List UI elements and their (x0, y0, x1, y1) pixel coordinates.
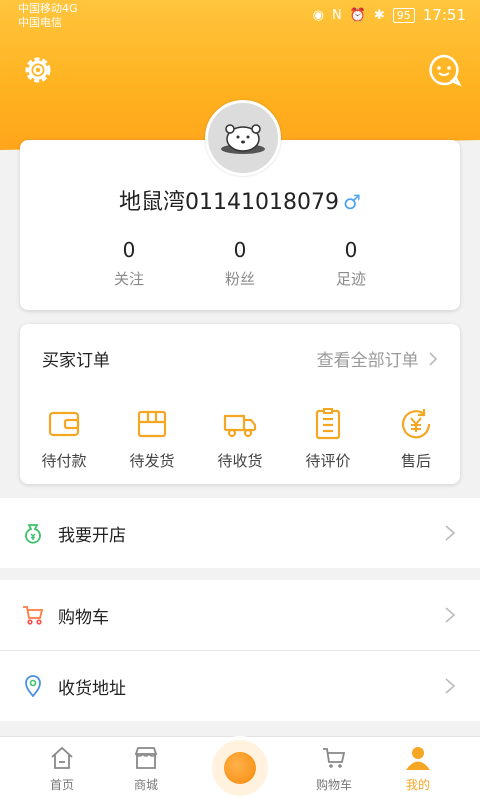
order-label: 待发货 (129, 452, 175, 470)
menu-item-address[interactable]: 收货地址 (0, 651, 480, 721)
eye-icon: ◉ (312, 7, 324, 23)
stat-label: 粉丝 (224, 270, 255, 288)
menu-item-open-shop[interactable]: 我要开店 (0, 498, 480, 568)
stat-label: 关注 (113, 270, 144, 288)
menu-section: 购物车 收货地址 (0, 580, 480, 721)
shop-section: 我要开店 (0, 498, 480, 568)
chevron-right-icon (445, 607, 456, 623)
carrier-primary: 中国移动4G (18, 2, 78, 15)
avatar[interactable] (205, 100, 281, 176)
username-row: 地鼠湾01141018079 ♂ (20, 184, 460, 216)
review-icon (315, 408, 341, 440)
orders-title: 买家订单 (42, 351, 110, 371)
cart-icon (323, 748, 346, 768)
stat-following[interactable]: 0 关注 (79, 238, 179, 289)
status-bar: 中国移动4G 中国电信 ◉ N ⏰ ✱ 95 17:51 (0, 0, 480, 34)
stat-label: 足迹 (335, 270, 366, 288)
alarm-icon: ⏰ (349, 7, 366, 23)
tab-label: 我的 (405, 778, 430, 792)
tab-mall[interactable]: 商城 (106, 745, 186, 793)
wallet-icon (48, 411, 80, 437)
settings-button[interactable] (20, 52, 56, 88)
bluetooth-icon: ✱ (373, 7, 385, 23)
stat-fans[interactable]: 0 粉丝 (190, 238, 290, 289)
store-icon (134, 747, 158, 769)
orange-ball-icon (224, 752, 256, 784)
chat-bubble-icon (429, 54, 462, 87)
tab-mine[interactable]: 我的 (378, 745, 458, 793)
tab-label: 首页 (49, 778, 74, 792)
user-profile-icon (406, 747, 430, 770)
stat-footprint[interactable]: 0 足迹 (301, 238, 401, 289)
truck-icon (223, 414, 257, 438)
menu-item-cart[interactable]: 购物车 (0, 580, 480, 651)
chevron-right-icon (445, 678, 456, 694)
order-pending-payment[interactable]: 待付款 (24, 406, 104, 471)
view-all-orders-link[interactable]: 查看全部订单 (317, 346, 438, 371)
status-time: 17:51 (422, 6, 466, 24)
username: 地鼠湾01141018079 (119, 190, 340, 215)
stat-value: 0 (344, 238, 358, 262)
chevron-right-icon (429, 352, 438, 366)
order-pending-shipment[interactable]: 待发货 (112, 406, 192, 471)
order-label: 待付款 (41, 452, 87, 470)
order-pending-receipt[interactable]: 待收货 (200, 406, 280, 471)
nfc-icon: N (331, 7, 342, 23)
carrier-secondary: 中国电信 (18, 16, 62, 29)
order-after-sales[interactable]: 售后 (376, 406, 456, 471)
tab-cart[interactable]: 购物车 (294, 745, 374, 793)
menu-item-label: 收货地址 (58, 679, 126, 699)
gear-icon (25, 57, 51, 83)
home-icon (51, 746, 73, 769)
order-label: 待收货 (217, 452, 263, 470)
money-bag-icon (25, 524, 41, 544)
order-label: 待评价 (305, 452, 351, 470)
battery-indicator: 95 (392, 7, 415, 23)
stat-value: 0 (233, 238, 247, 262)
after-sales-icon (401, 409, 431, 439)
tab-label: 购物车 (315, 778, 352, 792)
center-action-button[interactable] (212, 740, 268, 796)
stat-value: 0 (122, 238, 136, 262)
shopping-cart-icon (23, 606, 44, 625)
gopher-avatar-icon (221, 124, 265, 154)
tab-home[interactable]: 首页 (22, 745, 102, 793)
location-pin-icon (25, 675, 41, 697)
tab-label: 商城 (133, 778, 158, 792)
menu-item-label: 我要开店 (58, 526, 126, 546)
gender-male-icon: ♂ (343, 190, 361, 214)
package-icon (137, 410, 167, 438)
order-pending-review[interactable]: 待评价 (288, 406, 368, 471)
message-button[interactable] (426, 52, 462, 88)
buyer-orders-card: 买家订单 查看全部订单 待付款 待发货 待收货 待评价 售后 (20, 324, 460, 484)
order-label: 售后 (400, 452, 431, 470)
view-all-orders-label: 查看全部订单 (316, 351, 419, 371)
menu-item-label: 购物车 (58, 608, 109, 628)
chevron-right-icon (445, 525, 456, 541)
